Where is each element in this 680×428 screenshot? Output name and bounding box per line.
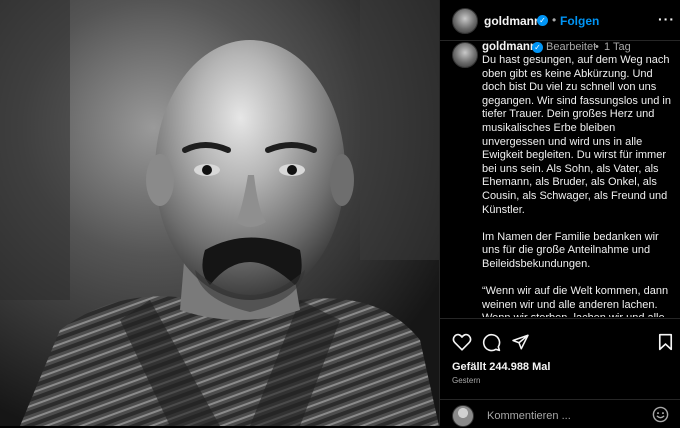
paper-plane-icon[interactable] — [511, 333, 530, 351]
post-modal: goldmann ✓ • Folgen ··· goldmann ✓ Bearb… — [0, 0, 680, 427]
comment-icon[interactable] — [482, 333, 501, 352]
post-age[interactable]: 1 Tag — [604, 41, 631, 53]
smiley-icon[interactable] — [652, 406, 669, 423]
portrait-image — [0, 0, 439, 426]
likes-count[interactable]: Gefällt 244.988 Mal — [452, 361, 550, 373]
comment-bar — [440, 399, 680, 428]
caption-section: goldmann ✓ Bearbeitet • 1 Tag Du hast ge… — [440, 40, 680, 317]
heart-icon[interactable] — [452, 333, 472, 351]
post-sidebar: goldmann ✓ • Folgen ··· goldmann ✓ Bearb… — [439, 0, 680, 427]
caption-avatar[interactable] — [452, 42, 478, 68]
verified-badge-icon: ✓ — [537, 15, 548, 26]
edited-label: Bearbeitet — [546, 41, 597, 53]
post-timestamp[interactable]: Gestern — [452, 376, 480, 385]
caption-username[interactable]: goldmann — [482, 41, 537, 53]
separator-dot: • — [552, 13, 557, 27]
comment-input[interactable] — [485, 406, 649, 426]
post-photo — [0, 0, 439, 426]
caption-text: Du hast gesungen, auf dem Weg nach oben … — [482, 54, 671, 317]
separator-dot: • — [595, 41, 599, 53]
author-username[interactable]: goldmann — [484, 14, 541, 28]
bookmark-icon[interactable] — [658, 333, 673, 351]
current-user-avatar — [452, 405, 474, 427]
action-bar: Gefällt 244.988 Mal Gestern — [440, 318, 680, 427]
post-header: goldmann ✓ • Folgen ··· — [440, 0, 680, 41]
verified-badge-icon: ✓ — [532, 42, 543, 53]
avatar[interactable] — [452, 8, 478, 34]
follow-button[interactable]: Folgen — [560, 14, 599, 28]
more-options-icon[interactable]: ··· — [658, 11, 675, 27]
